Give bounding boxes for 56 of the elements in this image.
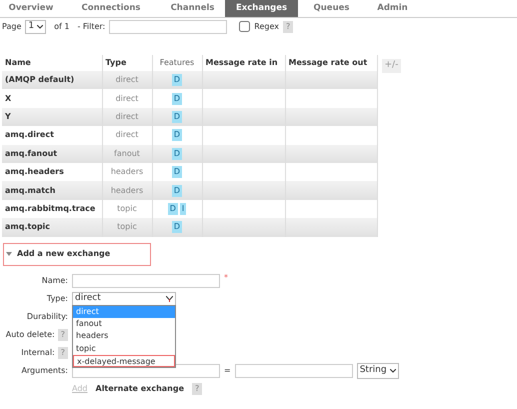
dropdown-option[interactable]: headers <box>73 330 175 343</box>
section-title: Add a new exchange <box>17 248 110 260</box>
feature-tag: D <box>172 92 182 105</box>
caret-icon <box>37 24 44 28</box>
exchange-name[interactable]: (AMQP default) <box>2 71 102 90</box>
nav-tab[interactable]: Channels <box>160 0 225 17</box>
regex-label: Regex <box>254 20 279 32</box>
exchange-name[interactable]: amq.topic <box>2 218 102 237</box>
field-label: Alternate exchange <box>96 382 184 395</box>
nav-tab[interactable]: Queues <box>298 0 365 17</box>
caret-icon <box>166 296 173 302</box>
field-label: Name: <box>42 274 68 287</box>
nav-tab[interactable]: Exchanges <box>225 0 298 17</box>
regex-checkbox[interactable] <box>239 21 250 32</box>
argument-value-field[interactable] <box>234 364 353 378</box>
dropdown-option[interactable]: topic <box>73 342 175 356</box>
equals-sign: = <box>224 364 231 377</box>
nav-tab[interactable]: Connections <box>62 0 160 17</box>
name-field[interactable] <box>72 274 220 288</box>
dropdown-option[interactable]: x-delayed-message <box>73 355 175 368</box>
field-label: Type: <box>46 292 68 305</box>
table-cell: direct <box>102 108 152 126</box>
filter-field[interactable] <box>109 20 228 34</box>
argument-type-select[interactable]: String <box>356 362 399 379</box>
feature-tag: D <box>172 221 182 234</box>
feature-tag: D <box>172 74 182 86</box>
type-select[interactable]: direct <box>72 292 176 306</box>
feature-tag: D <box>172 110 182 123</box>
section-header[interactable]: Add a new exchange <box>3 242 151 266</box>
field-label: Arguments: <box>21 364 68 377</box>
expand-icon <box>6 252 12 256</box>
page-count: of 1 <box>54 20 70 32</box>
feature-tag: D <box>172 166 182 178</box>
nav-tab[interactable]: Admin <box>365 0 420 17</box>
exchange-name[interactable]: amq.fanout <box>2 144 102 163</box>
table-cell: topic <box>102 218 152 237</box>
required-mark: * <box>224 272 228 284</box>
field-label: Auto delete: <box>6 328 55 341</box>
filter-label: - Filter: <box>77 20 106 32</box>
exchange-name[interactable]: Y <box>2 108 102 126</box>
feature-tag: D <box>172 184 182 197</box>
feature-tag: D <box>172 148 182 160</box>
field-label: Internal: <box>21 346 55 359</box>
feature-tag: I <box>180 202 186 215</box>
nav-tab[interactable]: Overview <box>0 0 62 17</box>
feature-tag: D <box>172 129 182 142</box>
table-cell: direct <box>102 71 152 90</box>
page-select[interactable]: 1 <box>25 20 46 34</box>
field-label: Durability: <box>26 310 68 323</box>
table-cell: fanout <box>102 144 152 163</box>
caret-icon <box>390 368 396 373</box>
exchange-name[interactable]: amq.match <box>2 181 102 200</box>
dropdown-option[interactable]: fanout <box>73 318 175 330</box>
table-cell: headers <box>102 181 152 200</box>
page-label: Page <box>2 20 22 32</box>
feature-tag: D <box>168 202 178 215</box>
